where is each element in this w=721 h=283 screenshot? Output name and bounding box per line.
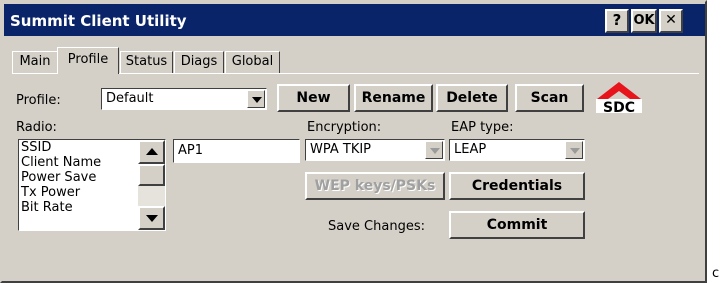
help-button[interactable]: ?: [605, 9, 629, 33]
encryption-select[interactable]: WPA TKIP: [305, 139, 445, 161]
tab-profile[interactable]: Profile: [57, 47, 119, 74]
new-button[interactable]: New: [277, 84, 350, 112]
tab-global[interactable]: Global: [225, 51, 280, 73]
encryption-label: Encryption:: [307, 120, 382, 135]
arrow-down-icon: [146, 215, 158, 222]
chevron-down-icon[interactable]: [425, 141, 443, 159]
profile-label: Profile:: [16, 93, 61, 108]
tab-diags[interactable]: Diags: [174, 51, 224, 73]
logo-text: SDC: [603, 100, 635, 113]
tab-main[interactable]: Main: [12, 51, 58, 73]
encryption-select-value: WPA TKIP: [310, 142, 372, 157]
summit-client-utility-window: Summit Client Utility ? OK ✕ Main Profil…: [0, 0, 707, 283]
title-bar: Summit Client Utility ? OK ✕: [4, 4, 705, 36]
commit-button[interactable]: Commit: [449, 211, 585, 239]
profile-select-value: Default: [106, 91, 154, 106]
radio-value-field[interactable]: AP1: [173, 139, 300, 163]
scroll-up-button[interactable]: [138, 140, 165, 164]
scroll-down-button[interactable]: [138, 206, 165, 230]
window-title: Summit Client Utility: [10, 12, 187, 30]
eap-type-select-value: LEAP: [454, 142, 487, 157]
profile-select[interactable]: Default: [101, 88, 267, 110]
chevron-down-icon[interactable]: [565, 141, 583, 159]
eap-type-label: EAP type:: [451, 120, 514, 135]
scrollbar-thumb[interactable]: [138, 164, 165, 186]
delete-button[interactable]: Delete: [436, 84, 508, 112]
close-button[interactable]: ✕: [659, 9, 683, 33]
wep-keys-psks-button[interactable]: WEP keys/PSKs: [305, 172, 445, 200]
credentials-button[interactable]: Credentials: [449, 172, 585, 200]
tab-status[interactable]: Status: [120, 51, 173, 73]
rename-button[interactable]: Rename: [354, 84, 433, 112]
chevron-down-icon[interactable]: [247, 90, 265, 108]
radio-settings-list[interactable]: SSID Client Name Power Save Tx Power Bit…: [18, 139, 166, 231]
ok-button[interactable]: OK: [631, 9, 657, 33]
radio-label: Radio:: [16, 120, 57, 135]
scan-button[interactable]: Scan: [515, 84, 584, 112]
eap-type-select[interactable]: LEAP: [449, 139, 585, 161]
stray-text: c: [712, 266, 720, 281]
logo-roof-shape: [597, 82, 641, 99]
save-changes-label: Save Changes:: [328, 219, 425, 234]
sdc-logo: SDC: [596, 82, 642, 113]
radio-list-scrollbar[interactable]: [138, 140, 165, 230]
arrow-up-icon: [146, 148, 158, 155]
